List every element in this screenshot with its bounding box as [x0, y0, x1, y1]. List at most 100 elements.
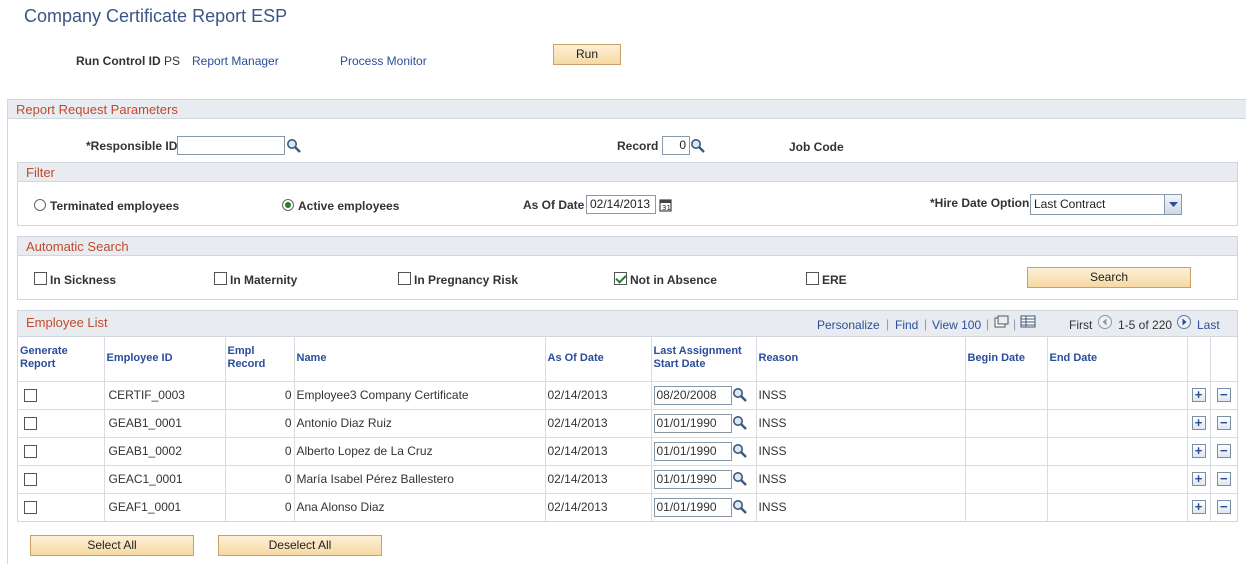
filter-title: Filter: [18, 163, 1237, 182]
employee-list-title: Employee List: [18, 311, 1237, 337]
pagination-range: 1-5 of 220: [1118, 318, 1173, 332]
select-all-button[interactable]: Select All: [30, 535, 194, 556]
reason: INSS: [756, 380, 966, 409]
terminated-radio[interactable]: [34, 199, 46, 211]
hire-date-option-select[interactable]: Last Contract: [1030, 194, 1182, 215]
employee-name: Ana Alonso Diaz: [294, 492, 546, 521]
col-begin-date[interactable]: Begin Date: [965, 336, 1048, 381]
delete-row-button[interactable]: −: [1216, 416, 1231, 430]
process-monitor-link[interactable]: Process Monitor: [340, 54, 427, 68]
delete-row-button[interactable]: −: [1216, 444, 1231, 458]
in-sickness-checkbox[interactable]: [34, 272, 47, 285]
reason: INSS: [756, 464, 966, 493]
generate-report-checkbox[interactable]: [24, 500, 37, 514]
ere-label: ERE: [822, 273, 847, 287]
lookup-icon[interactable]: [732, 471, 748, 487]
add-row-button[interactable]: +: [1191, 444, 1206, 458]
responsible-id-label: *Responsible ID: [86, 139, 178, 153]
not-in-absence-checkbox[interactable]: [614, 272, 627, 285]
col-generate-report[interactable]: Generate Report: [18, 336, 105, 381]
employee-id: GEAB1_0002: [104, 436, 226, 465]
add-row-button[interactable]: +: [1191, 416, 1206, 430]
begin-date: [965, 408, 1048, 437]
terminated-label: Terminated employees: [50, 199, 180, 213]
employee-id: GEAF1_0001: [104, 492, 226, 521]
col-as-of-date[interactable]: As Of Date: [545, 336, 652, 381]
personalize-link[interactable]: Personalize: [817, 318, 880, 332]
delete-row-button[interactable]: −: [1216, 388, 1231, 402]
col-empl-record[interactable]: Empl Record: [225, 336, 295, 381]
start-date-input[interactable]: 01/01/1990: [653, 441, 732, 461]
new-window-icon[interactable]: [993, 314, 1009, 330]
col-add: [1187, 336, 1211, 381]
lookup-icon[interactable]: [732, 387, 748, 403]
table-row: CERTIF_0003 0 Employee3 Company Certific…: [18, 380, 1237, 409]
previous-icon[interactable]: [1097, 314, 1113, 330]
ere-checkbox[interactable]: [806, 272, 819, 285]
record-input[interactable]: 0: [662, 136, 690, 155]
add-row-button[interactable]: +: [1191, 388, 1206, 402]
end-date: [1047, 492, 1188, 521]
generate-report-checkbox[interactable]: [24, 472, 37, 486]
end-date: [1047, 436, 1188, 465]
lookup-icon[interactable]: [732, 415, 748, 431]
as-of-date: 02/14/2013: [545, 408, 652, 437]
begin-date: [965, 464, 1048, 493]
report-manager-link[interactable]: Report Manager: [192, 54, 279, 68]
responsible-id-input[interactable]: [177, 136, 285, 155]
generate-report-checkbox[interactable]: [24, 388, 37, 402]
end-date: [1047, 380, 1188, 409]
col-last-assignment[interactable]: Last Assignment Start Date: [651, 336, 757, 381]
lookup-icon[interactable]: [732, 499, 748, 515]
table-row: GEAB1_0002 0 Alberto Lopez de La Cruz 02…: [18, 436, 1237, 465]
generate-report-checkbox[interactable]: [24, 416, 37, 430]
next-icon[interactable]: [1176, 314, 1192, 330]
in-pregnancy-risk-checkbox[interactable]: [398, 272, 411, 285]
employee-id: GEAC1_0001: [104, 464, 226, 493]
in-maternity-checkbox[interactable]: [214, 272, 227, 285]
find-link[interactable]: Find: [895, 318, 918, 332]
lookup-icon[interactable]: [690, 138, 706, 154]
as-of-date: 02/14/2013: [545, 436, 652, 465]
delete-row-button[interactable]: −: [1216, 472, 1231, 486]
reason: INSS: [756, 408, 966, 437]
spreadsheet-icon[interactable]: [1020, 314, 1036, 330]
last-link[interactable]: Last: [1197, 318, 1220, 332]
lookup-icon[interactable]: [732, 443, 748, 459]
calendar-icon[interactable]: 31: [658, 197, 674, 213]
as-of-date: 02/14/2013: [545, 492, 652, 521]
empl-record: 0: [225, 492, 295, 521]
generate-report-checkbox[interactable]: [24, 444, 37, 458]
start-date-input[interactable]: 01/01/1990: [653, 469, 732, 489]
add-row-button[interactable]: +: [1191, 500, 1206, 515]
col-employee-id[interactable]: Employee ID: [104, 336, 226, 381]
begin-date: [965, 492, 1048, 521]
empl-record: 0: [225, 436, 295, 465]
active-radio[interactable]: [282, 199, 294, 211]
table-row: GEAF1_0001 0 Ana Alonso Diaz 02/14/2013 …: [18, 492, 1237, 521]
automatic-search-title: Automatic Search: [18, 237, 1237, 256]
begin-date: [965, 436, 1048, 465]
employee-name: María Isabel Pérez Ballestero: [294, 464, 546, 493]
view-100-link[interactable]: View 100: [932, 318, 981, 332]
as-of-date-input[interactable]: 02/14/2013: [586, 195, 656, 214]
as-of-date: 02/14/2013: [545, 380, 652, 409]
deselect-all-button[interactable]: Deselect All: [218, 535, 382, 556]
begin-date: [965, 380, 1048, 409]
reason: INSS: [756, 492, 966, 521]
not-in-absence-label: Not in Absence: [630, 273, 717, 287]
start-date-input[interactable]: 08/20/2008: [653, 385, 732, 405]
delete-row-button[interactable]: −: [1216, 500, 1231, 515]
col-reason[interactable]: Reason: [756, 336, 966, 381]
add-row-button[interactable]: +: [1191, 472, 1206, 486]
search-button[interactable]: Search: [1027, 267, 1191, 288]
col-end-date[interactable]: End Date: [1047, 336, 1188, 381]
svg-text:31: 31: [662, 204, 671, 212]
empl-record: 0: [225, 408, 295, 437]
end-date: [1047, 408, 1188, 437]
run-button[interactable]: Run: [553, 44, 621, 65]
lookup-icon[interactable]: [286, 138, 302, 154]
col-name[interactable]: Name: [294, 336, 546, 381]
start-date-input[interactable]: 01/01/1990: [653, 413, 732, 433]
start-date-input[interactable]: 01/01/1990: [653, 497, 732, 517]
